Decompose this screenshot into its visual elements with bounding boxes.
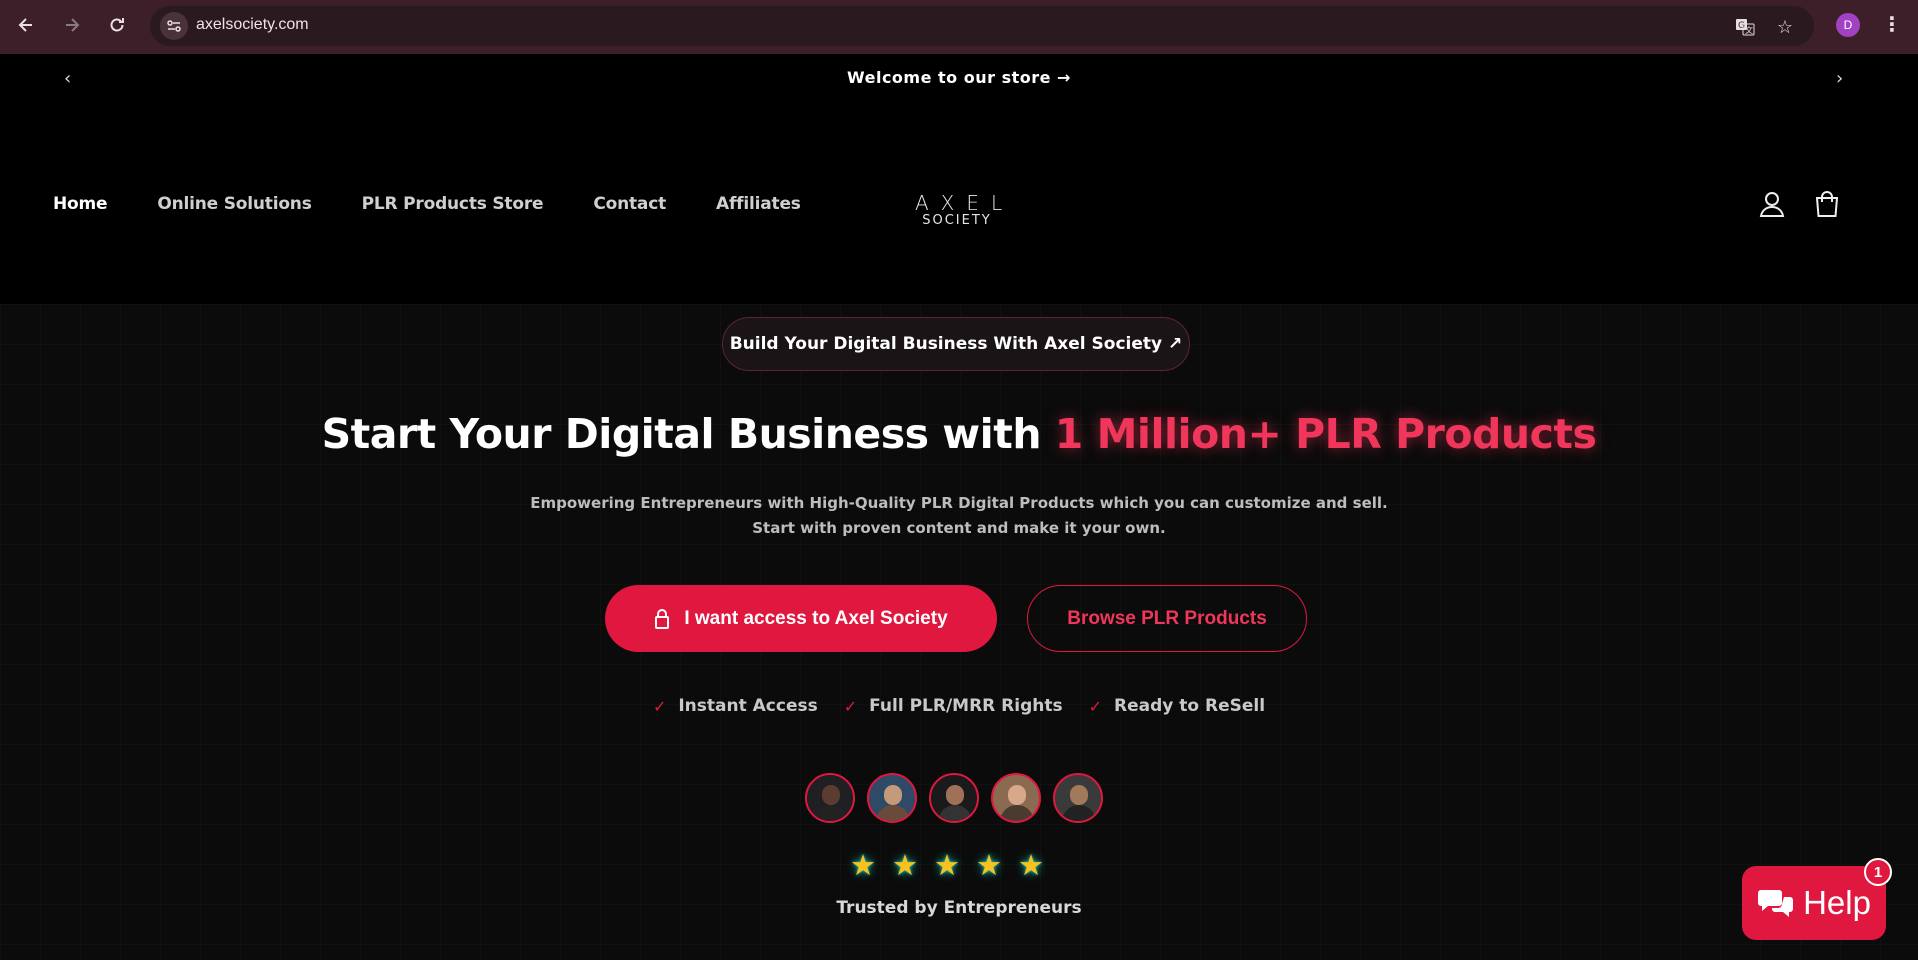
forward-icon[interactable] (60, 13, 84, 37)
help-label: Help (1803, 884, 1871, 921)
check-icon: ✓ (652, 696, 667, 716)
announcement-text[interactable]: Welcome to our store → (0, 68, 1918, 87)
star-icon: ★ (892, 848, 918, 882)
svg-text:文: 文 (1745, 25, 1753, 35)
logo-line2: SOCIETY (922, 213, 992, 228)
translate-icon[interactable]: G文 (1734, 16, 1756, 38)
back-icon[interactable] (14, 13, 38, 37)
browser-menu-icon[interactable]: ⋮ (1882, 12, 1902, 36)
avatar (991, 773, 1041, 823)
star-icon: ★ (850, 848, 876, 882)
feature-item: ✓ Full PLR/MRR Rights (844, 696, 1063, 716)
avatar (805, 773, 855, 823)
site-info-icon[interactable] (160, 12, 188, 40)
nav-home[interactable]: Home (53, 194, 108, 214)
check-icon: ✓ (843, 696, 858, 716)
feature-list: ✓ Instant Access ✓ Full PLR/MRR Rights ✓ Re… (0, 696, 1918, 716)
main-nav: Home Online Solutions PLR Products Store… (53, 194, 801, 214)
lock-icon (655, 608, 670, 629)
hero-pill-badge[interactable]: Build Your Digital Business With Axel So… (722, 317, 1190, 371)
nav-affiliates[interactable]: Affiliates (716, 194, 801, 214)
customer-avatars (805, 773, 1103, 823)
nav-contact[interactable]: Contact (593, 194, 666, 214)
star-icon: ★ (934, 848, 960, 882)
svg-text:G: G (1738, 21, 1745, 31)
check-icon: ✓ (1088, 696, 1103, 716)
account-icon[interactable] (1756, 188, 1788, 220)
bookmark-star-icon[interactable]: ☆ (1774, 16, 1796, 38)
avatar (867, 773, 917, 823)
address-bar[interactable]: axelsociety.com G文 ☆ (150, 6, 1814, 46)
trusted-text: Trusted by Entrepreneurs (836, 898, 1082, 918)
access-button[interactable]: I want access to Axel Society (605, 585, 997, 652)
site-header: Home Online Solutions PLR Products Store… (0, 104, 1918, 304)
nav-plr-products-store[interactable]: PLR Products Store (362, 194, 544, 214)
nav-online-solutions[interactable]: Online Solutions (157, 194, 311, 214)
subtitle-line1: Empowering Entrepreneurs with High-Quali… (530, 494, 1388, 512)
browse-products-button[interactable]: Browse PLR Products (1027, 585, 1307, 652)
logo-line1: AXEL (915, 191, 1015, 215)
headline-accent: 1 Million+ PLR Products (1054, 410, 1597, 458)
hero-section: Build Your Digital Business With Axel So… (0, 304, 1918, 960)
subtitle-line2: Start with proven content and make it yo… (752, 519, 1166, 537)
feature-label: Ready to ReSell (1114, 696, 1266, 716)
star-icon: ★ (976, 848, 1002, 882)
reload-icon[interactable] (105, 13, 129, 37)
rating-stars: ★ ★ ★ ★ ★ (850, 850, 1044, 880)
chevron-right-icon[interactable]: › (1836, 68, 1843, 89)
feature-label: Instant Access (678, 696, 818, 716)
access-button-label: I want access to Axel Society (684, 607, 948, 629)
chat-icon (1758, 890, 1794, 917)
feature-item: ✓ Instant Access (653, 696, 818, 716)
headline-start: Start Your Digital Business with (321, 410, 1055, 458)
url-text[interactable]: axelsociety.com (196, 16, 309, 34)
avatar (929, 773, 979, 823)
avatar (1053, 773, 1103, 823)
cart-icon[interactable] (1811, 188, 1843, 220)
feature-item: ✓ Ready to ReSell (1089, 696, 1265, 716)
browser-toolbar: axelsociety.com G文 ☆ D ⋮ (0, 0, 1918, 54)
feature-label: Full PLR/MRR Rights (869, 696, 1063, 716)
profile-avatar[interactable]: D (1836, 13, 1860, 37)
announcement-bar: ‹ Welcome to our store → › (0, 54, 1918, 104)
star-icon: ★ (1018, 848, 1044, 882)
hero-headline: Start Your Digital Business with 1 Milli… (0, 410, 1918, 458)
hero-subtitle: Empowering Entrepreneurs with High-Quali… (0, 491, 1918, 541)
site-logo[interactable]: AXEL SOCIETY (905, 192, 1009, 228)
notification-badge: 1 (1864, 858, 1892, 886)
